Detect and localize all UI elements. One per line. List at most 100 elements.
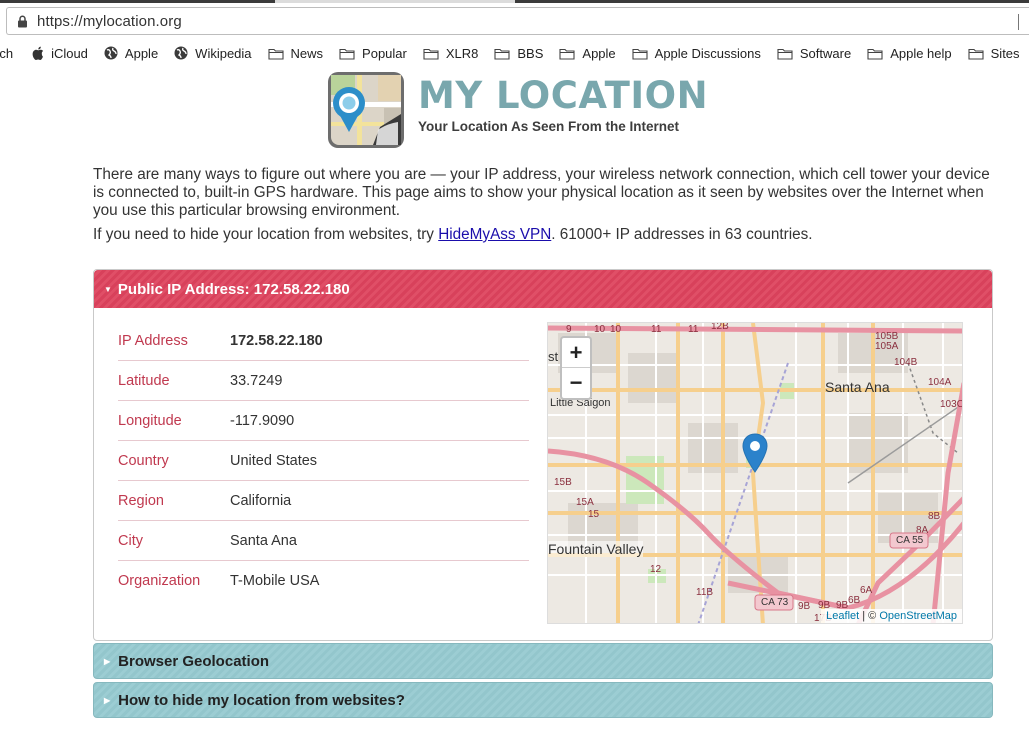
info-row: City Santa Ana [118,521,529,561]
ip-info-table: IP Address 172.58.22.180 Latitude 33.7249 Lo… [118,321,529,601]
bookmark-item[interactable]: XLR8 [423,45,479,61]
info-label: IP Address [118,332,188,349]
info-label: Latitude [118,372,170,389]
folder-icon [632,47,655,60]
site-title: MY LOCATION [418,74,709,117]
public-ip-panel-header[interactable]: ▼ Public IP Address: 172.58.22.180 [94,270,992,308]
svg-text:9B: 9B [798,601,811,612]
map-shield-ca55: CA 55 [896,535,924,546]
svg-text:15A: 15A [576,497,594,508]
folder-icon [968,47,991,60]
bookmark-item[interactable]: Wikipedia [174,46,252,61]
bookmark-label: Popular [362,45,407,61]
info-value: United States [230,452,318,469]
hide-location-title: How to hide my location from websites? [118,691,405,709]
svg-text:11: 11 [651,324,662,335]
bookmark-item[interactable]: News [267,45,324,61]
url-text[interactable]: https://mylocation.org [37,13,182,30]
svg-text:11B: 11B [696,587,713,598]
lock-icon [7,15,37,28]
info-value: Santa Ana [230,532,297,549]
bookmarks-bar: rch iCloud Apple Wikipedia News Popular XLR8 BB… [0,40,1029,66]
bookmark-item[interactable]: Apple [559,45,616,61]
hide-location-panel[interactable]: ▶ How to hide my location from websites? [93,682,993,718]
tab-edge [0,0,275,3]
bookmark-label: Apple [582,45,616,61]
tab-edge [515,0,1029,3]
info-label: Longitude [118,412,182,429]
intro-text-before: If you need to hide your location from w… [93,226,439,243]
bookmark-item[interactable]: Software [777,46,851,61]
svg-text:12: 12 [650,564,662,575]
text-caret [1018,14,1019,30]
folder-icon [339,47,362,60]
bookmark-item[interactable]: Sites [968,46,1020,61]
bookmark-item[interactable]: BBS [494,46,543,61]
info-row: Organization T-Mobile USA [118,561,529,601]
intro-text: There are many ways to figure out where … [93,166,993,250]
bookmark-label: Sites [990,45,1020,61]
bookmark-item[interactable]: Apple help [867,46,952,61]
folder-icon [867,47,890,60]
svg-text:12B: 12B [711,323,729,332]
folder-icon [423,47,446,60]
location-marker-icon[interactable] [742,433,768,473]
bookmark-label: Apple [124,45,159,61]
map-attribution: Leaflet | © OpenStreetMap [821,609,962,623]
bookmark-item[interactable]: Apple Discussions [632,46,761,61]
info-label: Country [118,452,169,469]
bookmark-label: XLR8 [445,45,479,61]
bookmark-item[interactable]: rch [0,46,13,61]
map-label-santa-ana: Santa Ana [825,379,890,395]
bookmark-item[interactable]: Popular [339,46,407,61]
collapse-triangle-icon: ▼ [104,284,112,294]
zoom-out-button[interactable]: − [562,368,590,398]
map-tiles: 9 10 10 11 11 12B 105B105A 104B104A103C 15B1… [548,323,962,623]
expand-triangle-icon: ▶ [104,695,111,705]
svg-text:6B: 6B [848,595,861,606]
svg-text:8B: 8B [928,511,941,522]
bookmark-label: Apple Discussions [654,45,761,61]
browser-geolocation-title: Browser Geolocation [118,652,270,670]
info-label: Organization [118,573,201,589]
attribution-separator: | © [859,610,880,622]
map-label-fountain-valley: Fountain Valley [548,541,644,557]
leaflet-link[interactable]: Leaflet [826,610,859,622]
svg-text:11: 11 [688,324,699,335]
folder-icon [494,47,517,60]
address-bar[interactable]: https://mylocation.org [6,7,1029,35]
map-pin-logo-icon [328,72,404,148]
bookmark-label: BBS [517,45,544,61]
site-subtitle: Your Location As Seen From the Internet [418,119,680,134]
hidemyass-vpn-link[interactable]: HideMyAss VPN [438,226,551,243]
bookmark-item[interactable]: Apple [104,46,158,61]
intro-paragraph-vpn: If you need to hide your location from w… [93,226,993,244]
info-row: IP Address 172.58.22.180 [118,321,529,361]
location-map[interactable]: 9 10 10 11 11 12B 105B 105A 104B 104A 103C 15B 1… [547,322,963,624]
bookmark-label: News [290,45,324,61]
svg-text:105A: 105A [875,341,899,352]
map-zoom-control: + − [560,336,592,400]
svg-text:6A: 6A [860,585,873,596]
svg-text:104B: 104B [894,357,918,368]
map-label-st: st [548,349,559,364]
bookmark-item[interactable]: iCloud [32,46,88,61]
map-shield-ca73: CA 73 [761,597,789,608]
site-logo[interactable]: MY LOCATION Your Location As Seen From t… [328,72,728,148]
info-row: Latitude 33.7249 [118,361,529,401]
svg-text:10: 10 [610,324,622,335]
info-value: 172.58.22.180 [230,332,323,349]
folder-icon [777,47,800,60]
openstreetmap-link[interactable]: OpenStreetMap [879,610,957,622]
info-row: Country United States [118,441,529,481]
zoom-in-button[interactable]: + [562,338,590,368]
svg-text:10: 10 [594,324,606,335]
svg-text:15: 15 [588,509,600,520]
folder-icon [267,47,291,60]
bookmark-label: rch [0,45,14,61]
globe-icon [104,46,125,60]
bookmark-label: iCloud [51,45,88,61]
public-ip-panel: ▼ Public IP Address: 172.58.22.180 IP Ad… [93,269,993,641]
bookmark-label: Software [799,45,852,61]
browser-geolocation-panel[interactable]: ▶ Browser Geolocation [93,643,993,679]
